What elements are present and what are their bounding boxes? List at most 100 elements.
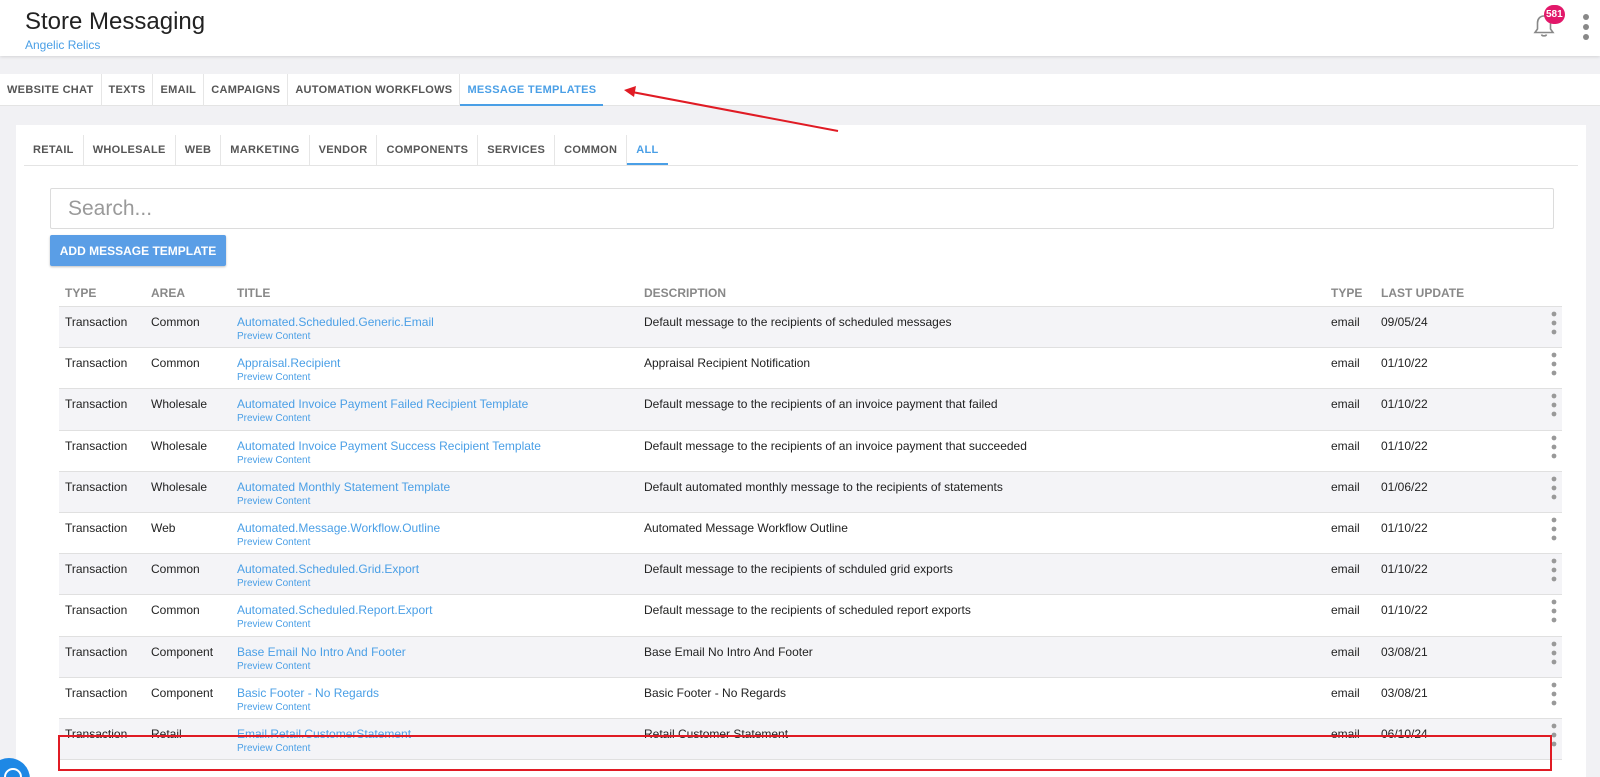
template-title-link[interactable]: Automated.Scheduled.Generic.Email [237, 315, 434, 329]
row-menu-icon[interactable] [1550, 435, 1558, 459]
table-row: Transaction Retail Email.Retail.CustomerSt… [59, 718, 1562, 761]
row-menu-icon[interactable] [1550, 352, 1558, 376]
template-title-link[interactable]: Appraisal.Recipient [237, 356, 340, 370]
row-channel: email [1331, 397, 1360, 412]
column-header-channel-type[interactable]: TYPE [1331, 286, 1362, 300]
row-channel: email [1331, 479, 1360, 494]
area-tab-components[interactable]: COMPONENTS [377, 135, 479, 165]
row-type: Transaction [65, 520, 128, 535]
row-last-update: 01/10/22 [1381, 603, 1428, 618]
template-title-link[interactable]: Automated Monthly Statement Template [237, 480, 450, 494]
row-last-update: 01/10/22 [1381, 397, 1428, 412]
row-menu-icon[interactable] [1550, 682, 1558, 706]
row-type: Transaction [65, 685, 128, 700]
template-title-link[interactable]: Automated.Scheduled.Grid.Export [237, 562, 419, 576]
preview-content-link[interactable]: Preview Content [237, 743, 310, 754]
search-input[interactable] [50, 188, 1554, 229]
row-menu-icon[interactable] [1550, 723, 1558, 747]
row-type: Transaction [65, 356, 128, 371]
row-menu-icon[interactable] [1550, 476, 1558, 500]
area-tab-bar: RETAIL WHOLESALE WEB MARKETING VENDOR COMPONE… [24, 135, 668, 165]
notification-badge: 581 [1544, 5, 1565, 24]
preview-content-link[interactable]: Preview Content [237, 619, 310, 630]
app-header: Store Messaging Angelic Relics 581 [0, 0, 1600, 56]
preview-content-link[interactable]: Preview Content [237, 578, 310, 589]
column-header-type[interactable]: TYPE [65, 286, 96, 300]
area-tab-services[interactable]: SERVICES [478, 135, 556, 165]
preview-content-link[interactable]: Preview Content [237, 331, 310, 342]
template-title-link[interactable]: Email.Retail.CustomerStatement [237, 727, 411, 741]
row-description: Appraisal Recipient Notification [644, 356, 811, 371]
column-header-last-update[interactable]: LAST UPDATE [1381, 286, 1464, 300]
template-title-link[interactable]: Automated Invoice Payment Success Recipi… [237, 439, 541, 453]
table-row: Transaction Web Automated.Message.Workflow… [59, 513, 1562, 555]
row-menu-icon[interactable] [1550, 517, 1558, 541]
row-channel: email [1331, 315, 1360, 329]
tab-texts[interactable]: TEXTS [102, 74, 154, 106]
row-description: Default message to the recipients of an … [644, 397, 998, 412]
row-last-update: 03/08/21 [1381, 644, 1428, 659]
row-area: Wholesale [151, 397, 208, 412]
row-type: Transaction [65, 479, 128, 494]
templates-table: TYPE AREA TITLE DESCRIPTION TYPE LAST UP… [59, 280, 1562, 761]
row-description: Default message to the recipients of an … [644, 438, 1027, 453]
row-type: Transaction [65, 315, 128, 329]
template-title-link[interactable]: Basic Footer - No Regards [237, 686, 379, 700]
template-title-link[interactable]: Automated.Message.Workflow.Outline [237, 521, 440, 535]
table-row: Transaction Common Automated.Scheduled.Rep… [59, 595, 1562, 637]
row-type: Transaction [65, 603, 128, 618]
column-header-area[interactable]: AREA [151, 286, 185, 300]
row-area: Common [151, 562, 200, 577]
main-tab-bar: WEBSITE CHAT TEXTS EMAIL CAMPAIGNS AUTOMATIO… [0, 74, 1600, 106]
row-description: Default automated monthly message to the… [644, 479, 1003, 494]
tab-website-chat[interactable]: WEBSITE CHAT [0, 74, 102, 106]
templates-panel: RETAIL WHOLESALE WEB MARKETING VENDOR COMPONE… [16, 125, 1586, 777]
add-message-template-button[interactable]: ADD MESSAGE TEMPLATE [50, 235, 226, 266]
preview-content-link[interactable]: Preview Content [237, 661, 310, 672]
row-menu-icon[interactable] [1550, 558, 1558, 582]
store-name[interactable]: Angelic Relics [25, 38, 100, 52]
row-area: Common [151, 603, 200, 618]
row-menu-icon[interactable] [1550, 311, 1558, 335]
tab-email[interactable]: EMAIL [153, 74, 205, 106]
preview-content-link[interactable]: Preview Content [237, 537, 310, 548]
row-menu-icon[interactable] [1550, 641, 1558, 665]
template-title-link[interactable]: Base Email No Intro And Footer [237, 645, 406, 659]
row-menu-icon[interactable] [1550, 393, 1558, 417]
template-title-link[interactable]: Automated Invoice Payment Failed Recipie… [237, 397, 528, 411]
area-tab-vendor[interactable]: VENDOR [310, 135, 378, 165]
preview-content-link[interactable]: Preview Content [237, 372, 310, 383]
row-description: Automated Message Workflow Outline [644, 520, 848, 535]
preview-content-link[interactable]: Preview Content [237, 702, 310, 713]
row-description: Default message to the recipients of sch… [644, 315, 952, 329]
row-channel: email [1331, 603, 1360, 618]
row-channel: email [1331, 644, 1360, 659]
column-header-title[interactable]: TITLE [237, 286, 270, 300]
column-header-description[interactable]: DESCRIPTION [644, 286, 726, 300]
row-area: Common [151, 315, 200, 329]
area-tab-all[interactable]: ALL [627, 135, 668, 165]
preview-content-link[interactable]: Preview Content [237, 496, 310, 507]
table-row: Transaction Common Automated.Scheduled.Gri… [59, 554, 1562, 596]
tab-automation-workflows[interactable]: AUTOMATION WORKFLOWS [288, 74, 461, 106]
preview-content-link[interactable]: Preview Content [237, 455, 310, 466]
area-tab-retail[interactable]: RETAIL [24, 135, 84, 165]
tab-divider [24, 165, 1578, 166]
template-title-link[interactable]: Automated.Scheduled.Report.Export [237, 603, 432, 617]
row-channel: email [1331, 438, 1360, 453]
area-tab-marketing[interactable]: MARKETING [221, 135, 310, 165]
table-row: Transaction Common Appraisal.Recipient Prev… [59, 348, 1562, 390]
row-type: Transaction [65, 562, 128, 577]
more-options-icon[interactable] [1582, 13, 1590, 41]
area-tab-common[interactable]: COMMON [555, 135, 628, 165]
area-tab-web[interactable]: WEB [176, 135, 222, 165]
preview-content-link[interactable]: Preview Content [237, 413, 310, 424]
row-menu-icon[interactable] [1550, 599, 1558, 623]
tab-message-templates[interactable]: MESSAGE TEMPLATES [460, 74, 604, 106]
row-description: Default message to the recipients of sch… [644, 562, 953, 577]
row-last-update: 01/10/22 [1381, 438, 1428, 453]
row-type: Transaction [65, 438, 128, 453]
table-row: Transaction Wholesale Automated Monthly St… [59, 471, 1562, 513]
area-tab-wholesale[interactable]: WHOLESALE [84, 135, 176, 165]
tab-campaigns[interactable]: CAMPAIGNS [204, 74, 289, 106]
